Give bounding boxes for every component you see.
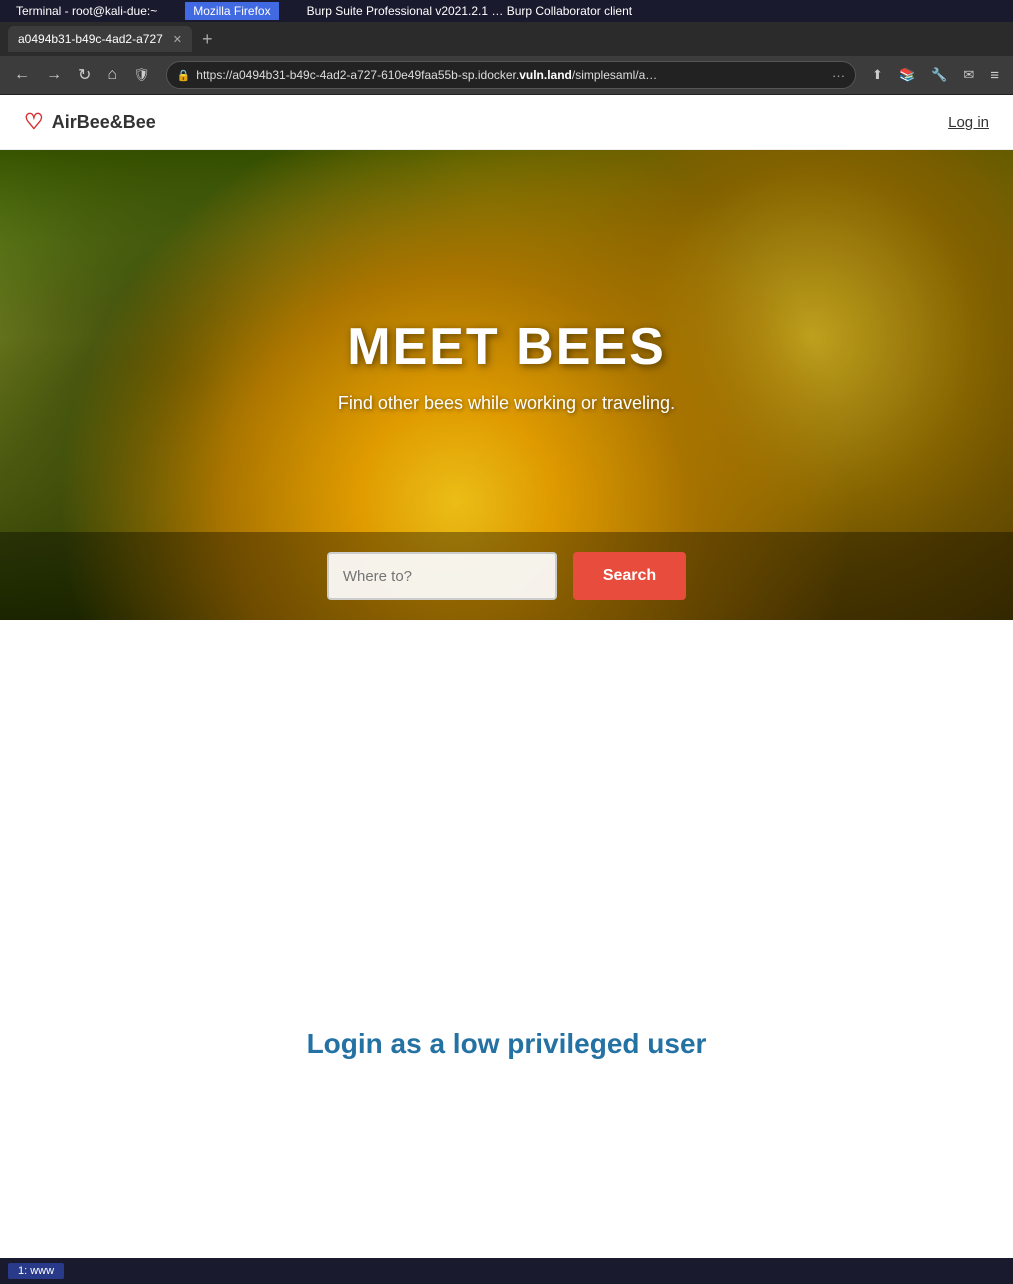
address-bar[interactable]: 🔒 https://a0494b31-b49c-4ad2-a727-610e49… xyxy=(166,61,856,89)
bottom-taskbar: 1: www xyxy=(0,1258,1013,1284)
hero-subtitle: Find other bees while working or traveli… xyxy=(338,393,675,414)
tab-label: a0494b31-b49c-4ad2-a727 xyxy=(18,32,163,46)
nav-actions: ⬆ 📚 🔧 ✉ ≡ xyxy=(866,63,1005,88)
bottom-task-www[interactable]: 1: www xyxy=(8,1263,64,1279)
main-content: Login as a low privileged user xyxy=(0,620,1013,1100)
os-taskbar: Terminal - root@kali-due:~ Mozilla Firef… xyxy=(0,0,1013,22)
hero-section: MEET BEES Find other bees while working … xyxy=(0,150,1013,620)
browser-tab-active[interactable]: a0494b31-b49c-4ad2-a727 ✕ xyxy=(8,26,192,52)
home-button[interactable]: ⌂ xyxy=(101,62,123,88)
hero-title: MEET BEES xyxy=(347,317,666,377)
refresh-button[interactable]: ↻ xyxy=(72,61,97,89)
site-header: ♡ AirBee&Bee Log in xyxy=(0,95,1013,150)
taskbar-burp[interactable]: Burp Suite Professional v2021.2.1 … Burp… xyxy=(299,2,641,20)
extensions-button[interactable]: ⬆ xyxy=(866,63,889,87)
logo-icon: ♡ xyxy=(24,109,44,135)
nav-bar: ← → ↻ ⌂ 🛡 🔒 https://a0494b31-b49c-4ad2-a… xyxy=(0,56,1013,94)
tab-bar: a0494b31-b49c-4ad2-a727 ✕ + xyxy=(0,22,1013,56)
lock-icon: 🔒 xyxy=(177,69,191,82)
hero-content: MEET BEES Find other bees while working … xyxy=(0,150,1013,620)
bookmarks-button[interactable]: 📚 xyxy=(893,63,921,87)
more-options-icon[interactable]: ··· xyxy=(832,68,845,83)
shield-icon: 🛡 xyxy=(127,63,156,87)
taskbar-terminal[interactable]: Terminal - root@kali-due:~ xyxy=(8,2,165,20)
tools-button[interactable]: 🔧 xyxy=(925,63,953,87)
login-link[interactable]: Log in xyxy=(948,114,989,131)
back-button[interactable]: ← xyxy=(8,62,36,88)
logo: ♡ AirBee&Bee xyxy=(24,109,156,135)
taskbar-firefox[interactable]: Mozilla Firefox xyxy=(185,2,278,20)
new-tab-button[interactable]: + xyxy=(196,29,219,50)
website: ♡ AirBee&Bee Log in MEET BEES Find other… xyxy=(0,95,1013,1100)
tab-close-button[interactable]: ✕ xyxy=(173,33,182,46)
low-priv-heading: Login as a low privileged user xyxy=(307,1028,707,1060)
logo-text: AirBee&Bee xyxy=(52,112,156,133)
browser-chrome: a0494b31-b49c-4ad2-a727 ✕ + ← → ↻ ⌂ 🛡 🔒 … xyxy=(0,22,1013,95)
url-text: https://a0494b31-b49c-4ad2-a727-610e49fa… xyxy=(196,68,826,82)
forward-button[interactable]: → xyxy=(40,62,68,88)
mail-button[interactable]: ✉ xyxy=(957,63,980,87)
menu-button[interactable]: ≡ xyxy=(984,63,1005,88)
